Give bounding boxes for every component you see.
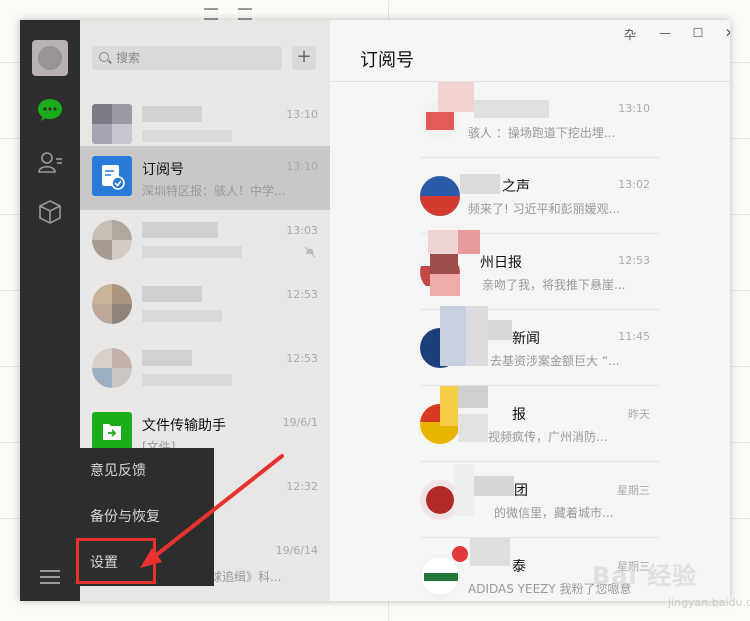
annotation-highlight-box <box>76 538 156 584</box>
subscription-avatar <box>420 556 460 596</box>
minimize-icon[interactable]: — <box>655 26 675 40</box>
box-icon[interactable] <box>36 198 64 226</box>
close-icon[interactable]: ✕ <box>720 26 730 40</box>
subscription-time: 13:02 <box>618 178 650 191</box>
user-avatar[interactable] <box>32 40 68 76</box>
menu-item-feedback[interactable]: 意见反馈 <box>80 448 214 494</box>
watermark-url: jingyan.baidu.com <box>668 596 750 609</box>
subscription-item[interactable]: 团 的微信里，藏着城市... 星期三 <box>420 462 660 538</box>
bg-toolbar-icon <box>204 8 218 20</box>
chat-avatar <box>92 348 132 388</box>
pin-icon[interactable]: 卆 <box>620 26 640 43</box>
chat-subtitle: 球追缉》科... <box>210 570 282 584</box>
subscription-item[interactable]: 报 视频疯传，广州消防... 昨天 <box>420 386 660 462</box>
menu-item-backup-restore[interactable]: 备份与恢复 <box>80 494 214 540</box>
chat-title: 订阅号 <box>142 162 184 178</box>
subscription-time: 13:10 <box>618 102 650 115</box>
chat-icon[interactable] <box>36 96 64 124</box>
subscription-time: 12:53 <box>618 254 650 267</box>
chat-time: 19/6/14 <box>275 544 318 557</box>
subscription-time: 星期三 <box>617 484 650 497</box>
subscription-title: 团 <box>514 483 528 499</box>
chat-item-subscriptions[interactable]: 订阅号 深圳特区报：骇人！中学... 13:10 <box>80 146 330 210</box>
nav-sidebar <box>20 20 80 601</box>
subscription-item[interactable]: 骇人 ：操场跑道下挖出埋... 13:10 <box>420 82 660 158</box>
subscription-subtitle: 去基资涉案金额巨大 “... <box>490 354 620 368</box>
chat-time: 13:10 <box>286 160 318 173</box>
chat-time: 13:03 <box>286 224 318 237</box>
chat-time: 12:53 <box>286 352 318 365</box>
add-button[interactable]: + <box>292 46 316 70</box>
menu-icon[interactable] <box>40 570 60 584</box>
pane-header: 订阅号 卆 — ☐ ✕ <box>330 20 730 82</box>
subscription-subtitle: 视频疯传，广州消防... <box>488 430 608 444</box>
chat-time: 19/6/1 <box>282 416 318 429</box>
subscription-subtitle: 的微信里，藏着城市... <box>494 506 614 520</box>
search-placeholder: 搜索 <box>116 51 141 65</box>
maximize-icon[interactable]: ☐ <box>688 26 708 40</box>
subscription-subtitle: 骇人 ：操场跑道下挖出埋... <box>468 126 616 140</box>
subscription-subtitle: 频来了! 习近平和彭丽媛观... <box>468 202 621 216</box>
search-input[interactable]: 搜索 <box>92 46 282 70</box>
chat-time: 12:53 <box>286 288 318 301</box>
chat-item[interactable]: 13:03 <box>80 210 330 274</box>
subscription-title: 泰 <box>512 559 526 575</box>
search-row: 搜索 + <box>80 20 330 94</box>
subscription-time: 昨天 <box>628 408 650 421</box>
subscription-title: 报 <box>512 407 526 423</box>
chat-title: 文件传输助手 <box>142 418 226 434</box>
chat-avatar <box>92 220 132 260</box>
chat-item[interactable]: 12:53 <box>80 274 330 338</box>
pane-title: 订阅号 <box>360 50 414 71</box>
subscription-time: 11:45 <box>618 330 650 343</box>
file-transfer-icon <box>92 412 132 452</box>
contacts-icon[interactable] <box>36 148 64 176</box>
subscription-title: 之声 <box>502 179 530 195</box>
subscription-item[interactable]: 州日报 亲吻了我，将我推下悬崖... 12:53 <box>420 230 660 310</box>
subscription-title: 新闻 <box>512 331 540 347</box>
chat-avatar <box>92 284 132 324</box>
wechat-window: 搜索 + 13:10 订阅号 深圳特区报：骇人！中学... 13:10 13:0… <box>20 20 730 601</box>
chat-avatar <box>92 104 132 144</box>
chat-time: 13:10 <box>286 108 318 121</box>
watermark: Bai 经验 <box>592 562 698 590</box>
subscription-subtitle: 亲吻了我，将我推下悬崖... <box>482 278 626 292</box>
subscription-icon <box>92 156 132 196</box>
subscriptions-pane: 订阅号 卆 — ☐ ✕ 骇人 ：操场跑道下挖出埋... 13:10 之声 频来了… <box>330 20 730 601</box>
search-icon <box>99 52 109 62</box>
chat-subtitle: 深圳特区报：骇人！中学... <box>142 184 286 198</box>
chat-time: 12:32 <box>286 480 318 493</box>
subscription-avatar <box>420 176 460 216</box>
subscription-item[interactable]: 新闻 去基资涉案金额巨大 “... 11:45 <box>420 306 660 386</box>
chat-item[interactable]: 12:53 <box>80 338 330 402</box>
subscription-item[interactable]: 之声 频来了! 习近平和彭丽媛观... 13:02 <box>420 158 660 234</box>
mute-icon <box>304 246 316 258</box>
subscription-title: 州日报 <box>480 255 522 271</box>
bg-toolbar-icon <box>238 8 252 20</box>
